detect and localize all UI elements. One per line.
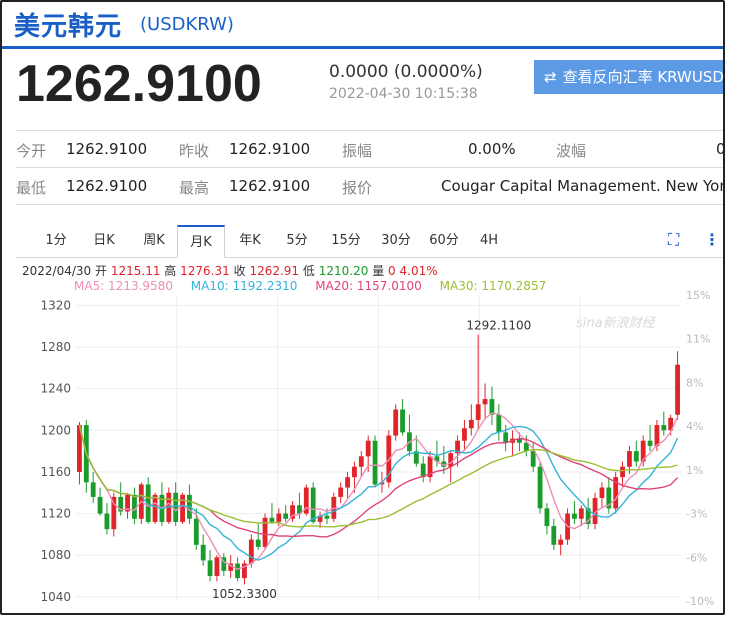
candle-body — [393, 409, 399, 436]
candle-body — [558, 539, 564, 545]
y-tick-label: 1280 — [40, 340, 71, 354]
candle-body — [578, 508, 584, 519]
candle-body — [654, 425, 660, 446]
candle-body — [255, 539, 261, 547]
stat-label: 最高 — [179, 179, 210, 197]
candle-body — [482, 399, 488, 405]
candle-body — [462, 428, 467, 441]
candle-body — [97, 496, 103, 514]
y-tick-label: 1120 — [40, 507, 71, 521]
y-tick-label: 1200 — [40, 423, 71, 437]
candle-body — [235, 563, 240, 579]
candle-body — [269, 517, 275, 522]
price-annotation: 1052.3300 — [212, 587, 277, 601]
candle-body — [180, 494, 185, 522]
y-right-tick-label: 11% — [686, 333, 710, 346]
candle-body — [400, 409, 405, 433]
stat-value: 1262.9100 — [66, 140, 148, 158]
candlestick-chart[interactable]: sina新浪财经 1040 1080 1120 1160 1200 1240 1280 132… — [16, 215, 723, 613]
y-tick-label: 1320 — [40, 298, 71, 312]
stats-grid: 今开 1262.9100 昨收 1262.9100 振幅 0.00% 波幅 0 … — [16, 130, 723, 205]
watermark: sina新浪财经 — [576, 315, 657, 331]
candle-body — [324, 515, 330, 519]
candle-body — [503, 432, 509, 443]
y-right-tick-label: 1% — [686, 464, 703, 477]
stat-value: 1262.9100 — [229, 140, 311, 158]
candle-body — [207, 560, 213, 577]
swap-icon: ⇄ — [544, 68, 557, 86]
y-right-tick-label: 8% — [686, 376, 703, 389]
y-right-tick-label: -3% — [686, 508, 707, 521]
candle-body — [620, 466, 625, 478]
current-price: 1262.9100 — [16, 55, 262, 113]
candle-body — [104, 513, 110, 530]
y-tick-label: 1040 — [40, 590, 71, 604]
candle-body — [310, 487, 316, 522]
candle-body — [475, 404, 481, 420]
quote-timestamp: 2022-04-30 10:15:38 — [329, 86, 478, 102]
candle-body — [365, 440, 371, 457]
app-frame: 美元韩元 (USDKRW) 1262.9100 0.0000 (0.0000%)… — [0, 0, 725, 615]
candle-body — [537, 466, 543, 509]
candle-body — [448, 453, 454, 467]
candle-body — [496, 414, 502, 433]
reverse-rate-label: 查看反向汇率 KRWUSD — [562, 68, 724, 86]
stat-label: 最低 — [16, 179, 47, 197]
candle-body — [633, 451, 639, 462]
stats-row: 今开 1262.9100 昨收 1262.9100 振幅 0.00% 波幅 0 — [16, 131, 723, 168]
candle-body — [358, 456, 364, 467]
candle-body — [193, 518, 199, 545]
candle-body — [152, 494, 158, 522]
candle-body — [372, 440, 378, 485]
candle-body — [283, 513, 289, 519]
y-right-tick-label: 15% — [686, 289, 710, 302]
y-right-tick-label: -6% — [686, 551, 707, 564]
candle-body — [468, 419, 474, 429]
candle-body — [599, 487, 605, 498]
candle-body — [90, 482, 96, 497]
stat-label: 振幅 — [342, 142, 373, 160]
y-right-tick-label: 4% — [686, 420, 703, 433]
y-right-tick-label: -10% — [686, 595, 714, 608]
stats-row: 最低 1262.9100 最高 1262.9100 报价 Cougar Capi… — [16, 168, 723, 205]
candle-body — [173, 492, 179, 522]
stat-value: 0.00% — [468, 140, 516, 158]
candle-body — [200, 544, 206, 561]
price-annotation: 1292.1100 — [466, 318, 531, 332]
y-tick-label: 1240 — [40, 382, 71, 396]
candle-body — [276, 513, 282, 522]
candle-body — [489, 399, 495, 415]
header: 美元韩元 (USDKRW) — [2, 2, 723, 49]
candle-body — [551, 526, 557, 545]
candle-body — [345, 477, 350, 488]
stat-label: 波幅 — [556, 142, 587, 160]
stat-value: 1262.9100 — [229, 177, 311, 195]
currency-pair-code: (USDKRW) — [140, 14, 234, 35]
candle-body — [647, 440, 653, 446]
chart-panel: 1分 日K 周K 月K 年K 5分 15分 30分 60分 4H ⛶ ⋮ 202… — [16, 215, 723, 613]
stat-label: 昨收 — [179, 142, 210, 160]
stat-value: Cougar Capital Management. New York — [441, 177, 725, 195]
candle-body — [352, 466, 357, 478]
stat-label: 今开 — [16, 142, 47, 160]
candle-body — [214, 557, 220, 577]
stat-value: 1262.9100 — [66, 177, 148, 195]
stat-label: 报价 — [342, 179, 373, 197]
candle-body — [132, 494, 137, 519]
candle-body — [544, 508, 550, 527]
candle-body — [661, 425, 667, 431]
y-tick-label: 1160 — [40, 465, 71, 479]
candle-body — [248, 539, 254, 564]
price-change: 0.0000 (0.0000%) — [329, 62, 483, 82]
candle-body — [338, 487, 344, 497]
candle-body — [675, 364, 680, 415]
candle-body — [627, 451, 632, 467]
y-tick-label: 1080 — [40, 548, 71, 562]
candle-body — [530, 451, 536, 467]
reverse-rate-button[interactable]: ⇄ 查看反向汇率 KRWUSD — [534, 60, 724, 94]
currency-pair-title: 美元韩元 — [14, 12, 123, 42]
stat-value: 0 — [716, 140, 725, 158]
candle-body — [572, 513, 577, 519]
